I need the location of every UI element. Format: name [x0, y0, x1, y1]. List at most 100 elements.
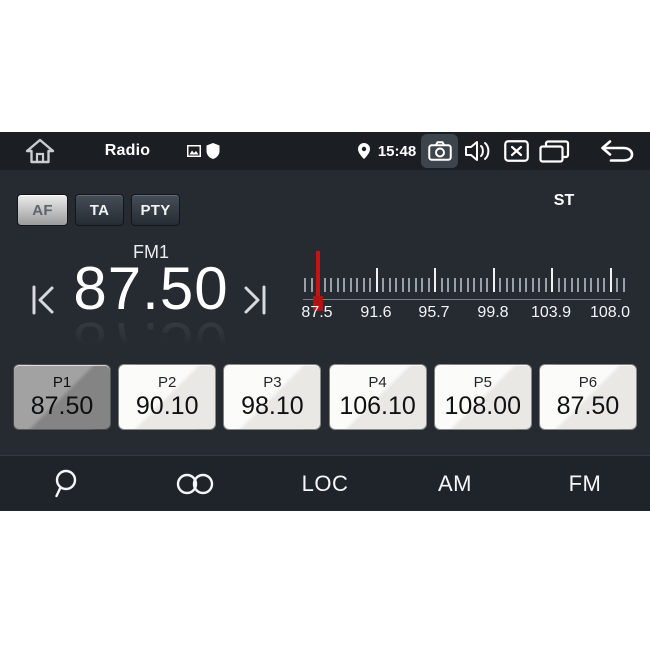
minor-tick: [343, 278, 345, 292]
minor-tick: [330, 278, 332, 292]
minor-tick: [454, 278, 456, 292]
minor-tick: [369, 278, 371, 292]
scale-label: 108.0: [580, 304, 640, 322]
status-clock: 15:48: [374, 132, 420, 170]
scale-label: 95.7: [404, 304, 464, 322]
camera-icon: [428, 141, 452, 161]
minor-tick: [512, 278, 514, 292]
minor-tick: [558, 278, 560, 292]
bottom-toolbar: LOC AM FM: [0, 455, 650, 511]
preset-label: P6: [579, 374, 597, 392]
preset-scan-icon: [176, 473, 214, 495]
minor-tick: [421, 278, 423, 292]
radio-app-window: Radio 15:48: [0, 132, 650, 511]
preset-button-p5[interactable]: P5 108.00: [434, 364, 532, 430]
minor-tick: [350, 278, 352, 292]
preset-scan-button[interactable]: [130, 456, 260, 511]
search-button[interactable]: [0, 456, 130, 511]
minor-tick: [486, 278, 488, 292]
preset-button-p3[interactable]: P3 98.10: [223, 364, 321, 430]
option-button-row: AF TA PTY: [17, 194, 180, 226]
minor-tick: [564, 278, 566, 292]
minor-tick: [525, 278, 527, 292]
minor-tick: [402, 278, 404, 292]
scale-baseline: [303, 299, 621, 300]
recent-apps-icon: [539, 140, 570, 163]
minor-tick: [584, 278, 586, 292]
minor-tick: [597, 278, 599, 292]
preset-row: P1 87.50 P2 90.10 P3 98.10 P4 106.10 P5 …: [0, 364, 650, 430]
minor-tick: [623, 278, 625, 292]
preset-label: P5: [474, 374, 492, 392]
minor-tick: [324, 278, 326, 292]
preset-button-p2[interactable]: P2 90.10: [118, 364, 216, 430]
ta-button[interactable]: TA: [75, 194, 124, 226]
am-button[interactable]: AM: [390, 456, 520, 511]
scale-label: 87.5: [287, 304, 347, 322]
major-tick: [493, 268, 495, 292]
preset-label: P4: [368, 374, 386, 392]
minor-tick: [415, 278, 417, 292]
preset-button-p4[interactable]: P4 106.10: [329, 364, 427, 430]
pty-button[interactable]: PTY: [131, 194, 180, 226]
minor-tick: [389, 278, 391, 292]
minor-tick: [616, 278, 618, 292]
minor-tick: [571, 278, 573, 292]
major-tick: [610, 268, 612, 292]
fm-button[interactable]: FM: [520, 456, 650, 511]
radio-main-panel: AF TA PTY ST FM1 87.50 87.50: [0, 170, 650, 455]
minor-tick: [382, 278, 384, 292]
back-button[interactable]: [594, 132, 638, 170]
minor-tick: [577, 278, 579, 292]
preset-button-p6[interactable]: P6 87.50: [539, 364, 637, 430]
minor-tick: [590, 278, 592, 292]
af-button[interactable]: AF: [17, 194, 68, 226]
loc-button[interactable]: LOC: [260, 456, 390, 511]
seek-forward-button[interactable]: [240, 280, 270, 320]
minor-tick: [467, 278, 469, 292]
recent-apps-button[interactable]: [536, 132, 572, 170]
preset-label: P1: [53, 374, 71, 392]
preset-frequency: 90.10: [136, 392, 199, 420]
minor-tick: [506, 278, 508, 292]
major-tick: [434, 268, 436, 292]
camera-button[interactable]: [421, 134, 458, 168]
minor-tick: [480, 278, 482, 292]
scale-label: 91.6: [346, 304, 406, 322]
minor-tick: [356, 278, 358, 292]
minor-tick: [304, 278, 306, 292]
preset-frequency: 87.50: [557, 392, 620, 420]
tuning-needle: [316, 251, 320, 299]
minor-tick: [473, 278, 475, 292]
minor-tick: [408, 278, 410, 292]
preset-label: P3: [263, 374, 281, 392]
preset-frequency: 87.50: [31, 392, 94, 420]
minor-tick: [363, 278, 365, 292]
close-window-button[interactable]: [501, 132, 531, 170]
seek-forward-icon: [242, 282, 268, 318]
major-tick: [376, 268, 378, 292]
minor-tick: [545, 278, 547, 292]
minor-tick: [519, 278, 521, 292]
minor-tick: [395, 278, 397, 292]
volume-icon: [464, 139, 492, 163]
preset-frequency: 108.00: [445, 392, 521, 420]
tuning-scale[interactable]: 87.5 91.6 95.7 99.8 103.9 108.0: [303, 248, 625, 338]
minor-tick: [532, 278, 534, 292]
location-pin-icon: [357, 132, 371, 170]
minor-tick: [603, 278, 605, 292]
minor-tick: [311, 278, 313, 292]
volume-button[interactable]: [462, 132, 494, 170]
preset-frequency: 106.10: [339, 392, 415, 420]
scale-labels: 87.5 91.6 95.7 99.8 103.9 108.0: [303, 304, 625, 328]
back-icon: [597, 139, 635, 163]
minor-tick: [447, 278, 449, 292]
minor-tick: [460, 278, 462, 292]
scale-label: 103.9: [521, 304, 581, 322]
preset-label: P2: [158, 374, 176, 392]
preset-button-p1[interactable]: P1 87.50: [13, 364, 111, 430]
page-title: Radio: [85, 132, 170, 170]
minor-tick: [499, 278, 501, 292]
home-button[interactable]: [22, 132, 58, 170]
home-icon: [25, 138, 55, 164]
